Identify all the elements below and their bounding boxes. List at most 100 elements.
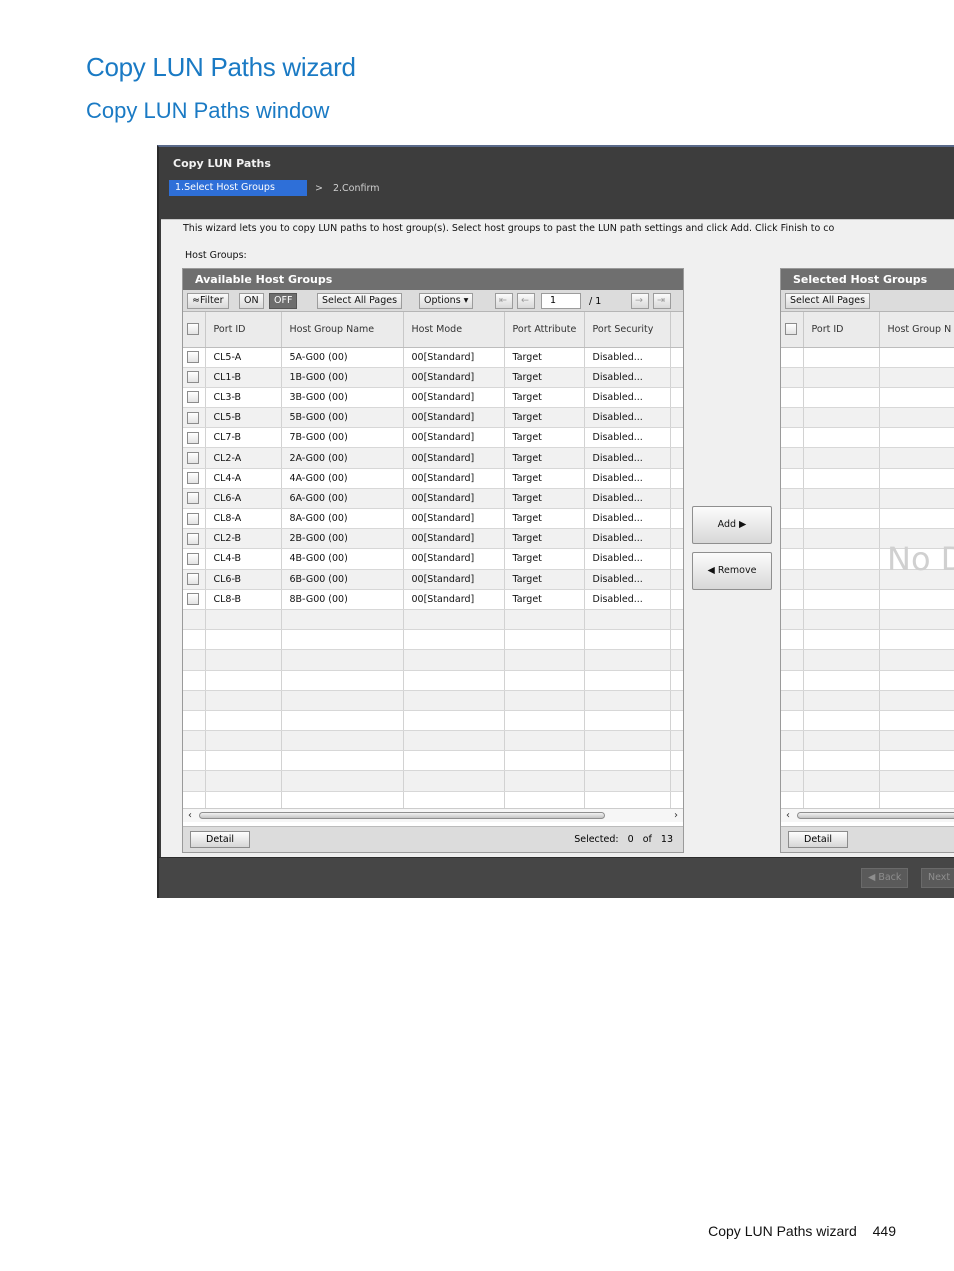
available-horizontal-scrollbar[interactable]: ‹ › — [183, 808, 683, 822]
intro-text: This wizard lets you to copy LUN paths t… — [183, 223, 835, 234]
table-row[interactable]: CL8-B 8B-G00 (00) 00[Standard] Target Disabl… — [183, 589, 683, 610]
row-checkbox[interactable] — [187, 492, 199, 505]
table-cell — [670, 710, 683, 732]
filter-on-toggle[interactable]: ON — [239, 293, 264, 309]
table-row[interactable]: CL1-B 1B-G00 (00) 00[Standard] Target Disabl… — [183, 367, 683, 388]
row-checkbox[interactable] — [187, 431, 199, 444]
table-cell — [670, 750, 683, 772]
empty-row — [781, 468, 954, 489]
add-button[interactable]: Add ▶ — [692, 506, 772, 544]
available-detail-button[interactable]: Detail — [190, 831, 250, 848]
next-button[interactable]: Next — [921, 868, 954, 888]
selected-col-host-group-name[interactable]: Host Group N — [879, 312, 954, 348]
row-checkbox[interactable] — [187, 532, 199, 545]
table-cell — [670, 690, 683, 711]
table-cell: Disabled... — [584, 347, 671, 368]
next-page-icon[interactable]: → — [631, 293, 649, 309]
page-number-input[interactable]: 1 — [541, 293, 581, 309]
table-cell — [879, 508, 954, 530]
empty-row — [781, 488, 954, 510]
table-row — [183, 750, 683, 772]
table-row — [183, 670, 683, 691]
table-cell — [403, 730, 505, 752]
row-checkbox[interactable] — [187, 371, 199, 384]
prev-page-icon[interactable]: ← — [517, 293, 535, 309]
selected-scroll-left-icon[interactable]: ‹ — [786, 809, 790, 822]
table-cell: 8B-G00 (00) — [281, 589, 404, 610]
table-cell — [803, 468, 880, 489]
table-row[interactable]: CL5-A 5A-G00 (00) 00[Standard] Target Disabl… — [183, 347, 683, 368]
step-select-host-groups[interactable]: 1.Select Host Groups — [169, 180, 307, 196]
options-dropdown[interactable]: Options ▾ — [419, 293, 474, 309]
available-host-groups-table: Port ID Host Group Name Host Mode Port A… — [183, 312, 683, 812]
row-checkbox[interactable] — [187, 552, 199, 565]
available-panel-heading: Available Host Groups — [183, 269, 683, 290]
table-row[interactable]: CL5-B 5B-G00 (00) 00[Standard] Target Disabl… — [183, 407, 683, 429]
table-row[interactable]: CL6-A 6A-G00 (00) 00[Standard] Target Disabl… — [183, 488, 683, 510]
table-cell: CL3-B — [205, 387, 282, 409]
document-subtitle: Copy LUN Paths window — [86, 98, 330, 123]
table-cell — [879, 609, 954, 631]
row-checkbox-cell — [183, 548, 206, 570]
table-row[interactable]: CL4-A 4A-G00 (00) 00[Standard] Target Disabl… — [183, 468, 683, 489]
scrollbar-thumb[interactable] — [199, 812, 605, 819]
table-row[interactable]: CL4-B 4B-G00 (00) 00[Standard] Target Disabl… — [183, 548, 683, 570]
table-cell — [803, 629, 880, 651]
row-checkbox[interactable] — [187, 593, 199, 606]
table-cell: CL8-A — [205, 508, 282, 530]
first-page-icon[interactable]: ⇤ — [495, 293, 513, 309]
selected-horizontal-scrollbar[interactable]: ‹ — [781, 808, 954, 822]
last-page-icon[interactable]: ⇥ — [653, 293, 671, 309]
table-cell — [670, 649, 683, 671]
col-port-id[interactable]: Port ID — [205, 312, 282, 348]
selected-select-all-checkbox[interactable] — [785, 323, 797, 336]
table-row[interactable]: CL8-A 8A-G00 (00) 00[Standard] Target Disabl… — [183, 508, 683, 530]
table-cell — [879, 488, 954, 510]
col-port-security[interactable]: Port Security — [584, 312, 671, 348]
table-row — [183, 609, 683, 631]
row-checkbox[interactable] — [187, 351, 199, 364]
table-row[interactable]: CL2-A 2A-G00 (00) 00[Standard] Target Disabl… — [183, 447, 683, 469]
remove-button[interactable]: ◀ Remove — [692, 552, 772, 590]
selected-detail-button[interactable]: Detail — [788, 831, 848, 848]
scroll-left-icon[interactable]: ‹ — [188, 809, 192, 822]
row-checkbox[interactable] — [187, 411, 199, 424]
table-row[interactable]: CL2-B 2B-G00 (00) 00[Standard] Target Disabl… — [183, 528, 683, 550]
total-count: 13 — [660, 834, 673, 845]
selected-col-port-id[interactable]: Port ID — [803, 312, 880, 348]
row-checkbox-cell — [183, 629, 206, 651]
select-all-pages-button[interactable]: Select All Pages — [317, 293, 403, 309]
selected-scrollbar-thumb[interactable] — [797, 812, 954, 819]
table-cell — [403, 770, 505, 792]
table-row[interactable]: CL7-B 7B-G00 (00) 00[Standard] Target Disabl… — [183, 427, 683, 449]
filter-off-toggle[interactable]: OFF — [269, 293, 298, 309]
step-confirm[interactable]: 2.Confirm — [333, 183, 380, 194]
table-cell: Target — [504, 447, 585, 469]
select-all-checkbox[interactable] — [187, 323, 199, 336]
table-cell — [281, 629, 404, 651]
row-checkbox[interactable] — [187, 573, 199, 586]
filter-button[interactable]: ≈Filter — [187, 293, 229, 309]
table-cell: 00[Standard] — [403, 347, 505, 368]
col-port-attribute[interactable]: Port Attribute — [504, 312, 585, 348]
row-checkbox[interactable] — [187, 391, 199, 404]
row-checkbox-cell — [183, 710, 206, 732]
selected-select-all-pages-button[interactable]: Select All Pages — [785, 293, 871, 309]
table-cell: Disabled... — [584, 468, 671, 489]
table-cell — [781, 508, 804, 530]
back-button[interactable]: ◀ Back — [861, 868, 909, 888]
window-title: Copy LUN Paths — [173, 157, 271, 170]
row-checkbox[interactable] — [187, 512, 199, 525]
scroll-right-icon[interactable]: › — [674, 809, 678, 822]
table-cell: 00[Standard] — [403, 569, 505, 590]
page-number: 449 — [872, 1223, 896, 1239]
row-checkbox[interactable] — [187, 472, 199, 485]
col-host-mode[interactable]: Host Mode — [403, 312, 505, 348]
row-checkbox[interactable] — [187, 452, 199, 465]
col-host-group-name[interactable]: Host Group Name — [281, 312, 404, 348]
table-row[interactable]: CL3-B 3B-G00 (00) 00[Standard] Target Disabl… — [183, 387, 683, 409]
table-row[interactable]: CL6-B 6B-G00 (00) 00[Standard] Target Disabl… — [183, 569, 683, 590]
table-cell: 00[Standard] — [403, 447, 505, 469]
table-cell — [879, 387, 954, 409]
host-groups-label: Host Groups: — [185, 250, 247, 261]
